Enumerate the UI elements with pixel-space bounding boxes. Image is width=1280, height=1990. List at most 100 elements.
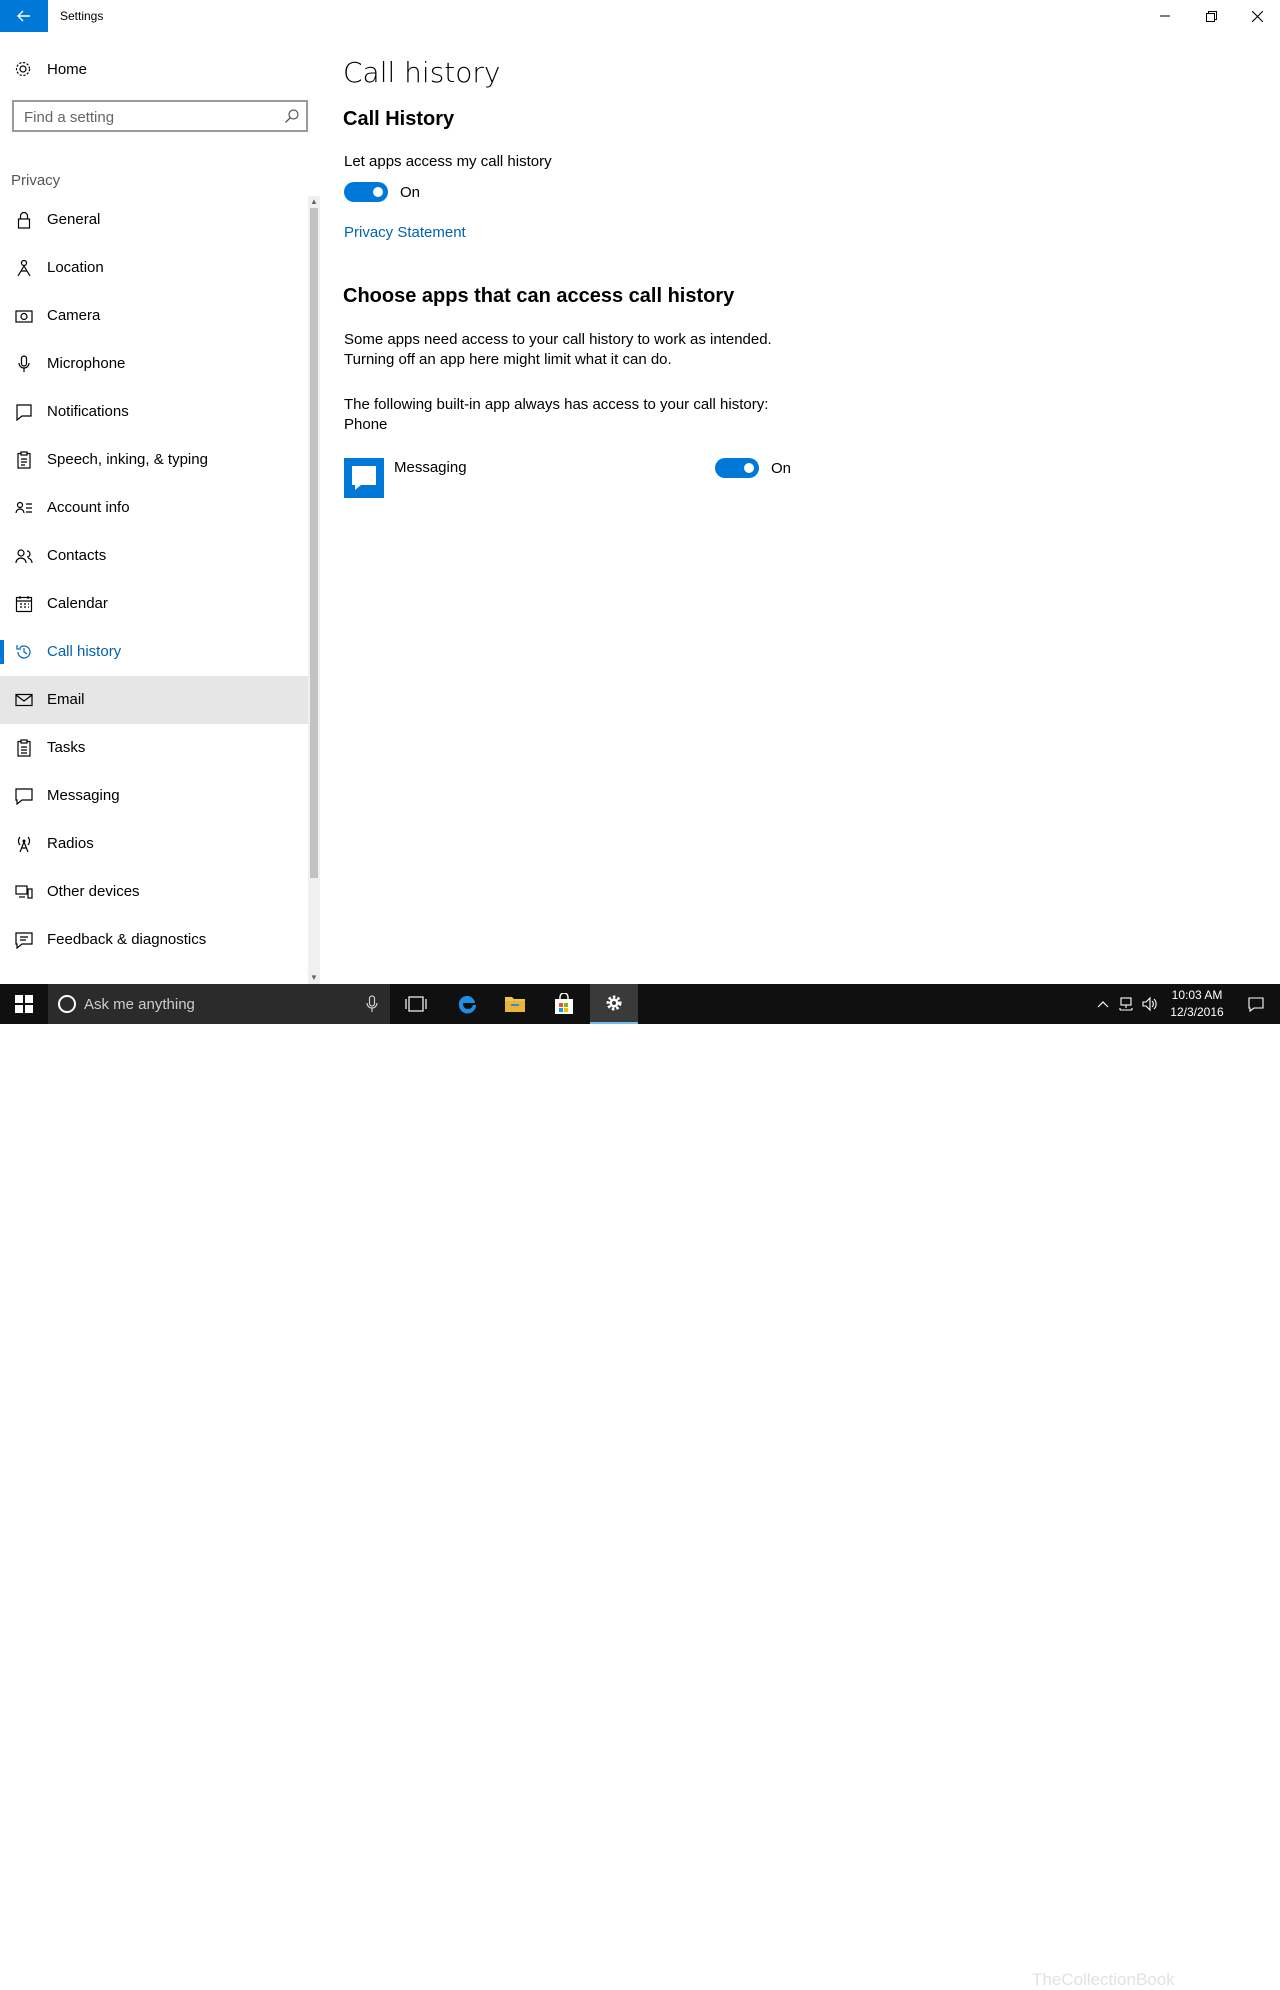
- title-bar: Settings: [0, 0, 1280, 32]
- tasks-icon: [17, 739, 31, 757]
- calendar-icon: [15, 596, 33, 613]
- windows-logo-icon: [15, 995, 33, 1013]
- back-button[interactable]: [0, 0, 48, 32]
- app-name-messaging: Messaging: [394, 459, 467, 476]
- access-label: Let apps access my call history: [344, 153, 552, 170]
- restore-button[interactable]: [1188, 0, 1234, 32]
- privacy-nav-list: General Location Camera Microphone Notif…: [0, 196, 308, 964]
- action-center-button[interactable]: [1232, 984, 1280, 1024]
- sidebar-item-notifications[interactable]: Notifications: [0, 388, 308, 436]
- call-history-access-toggle[interactable]: [344, 182, 388, 202]
- search-input[interactable]: [24, 107, 274, 127]
- sidebar-item-microphone[interactable]: Microphone: [0, 340, 308, 388]
- search-box[interactable]: [12, 100, 308, 132]
- clock-button[interactable]: 10:03 AM 12/3/2016: [1162, 984, 1232, 1024]
- mail-icon: [15, 693, 33, 707]
- home-link[interactable]: Home: [0, 50, 308, 90]
- minimize-button[interactable]: [1142, 0, 1188, 32]
- file-explorer-button[interactable]: [491, 984, 539, 1024]
- microphone-icon: [18, 355, 30, 372]
- speaker-icon: [1142, 996, 1157, 1012]
- camera-icon: [15, 310, 33, 323]
- folder-icon: [505, 997, 525, 1012]
- messaging-access-toggle[interactable]: [715, 458, 759, 478]
- sidebar-item-call-history[interactable]: Call history: [0, 628, 308, 676]
- sidebar-item-camera[interactable]: Camera: [0, 292, 308, 340]
- settings-taskbar-button[interactable]: [590, 984, 638, 1024]
- access-toggle-state: On: [400, 184, 421, 201]
- sidebar-item-tasks[interactable]: Tasks: [0, 724, 308, 772]
- sidebar-item-account-info[interactable]: Account info: [0, 484, 308, 532]
- account-info-icon: [15, 501, 32, 514]
- sidebar-item-label: Calendar: [47, 595, 108, 612]
- sidebar-item-other-devices[interactable]: Other devices: [0, 868, 308, 916]
- sidebar-item-label: Other devices: [47, 883, 140, 900]
- chevron-up-icon: [1097, 1001, 1109, 1008]
- action-center-icon: [1248, 997, 1264, 1012]
- sidebar-item-label: General: [47, 211, 101, 228]
- scroll-down-arrow-icon[interactable]: ▼: [308, 972, 320, 984]
- messaging-app-tile: [344, 458, 384, 498]
- gear-icon: [15, 61, 31, 77]
- sidebar-item-radios[interactable]: Radios: [0, 820, 308, 868]
- sidebar-item-label: Notifications: [47, 403, 129, 420]
- page-title: Call history: [343, 56, 501, 89]
- microphone-icon[interactable]: [366, 995, 378, 1013]
- store-button[interactable]: [540, 984, 588, 1024]
- start-button[interactable]: [0, 984, 48, 1024]
- search-icon[interactable]: [284, 108, 300, 124]
- description-line-1: Some apps need access to your call histo…: [344, 331, 772, 348]
- sidebar-item-feedback[interactable]: Feedback & diagnostics: [0, 916, 308, 964]
- location-person-icon: [17, 259, 31, 277]
- taskbar: Ask me anything TheCollectionBook 10:03 …: [0, 984, 1280, 1989]
- home-label: Home: [47, 61, 88, 78]
- edge-browser-button[interactable]: [443, 984, 491, 1024]
- description-line-2: Turning off an app here might limit what…: [344, 351, 672, 368]
- sidebar-item-label: Radios: [47, 835, 94, 852]
- builtin-line-1: The following built-in app always has ac…: [344, 396, 769, 413]
- sidebar-scrollbar[interactable]: ▲ ▼: [308, 196, 320, 984]
- scroll-up-arrow-icon[interactable]: ▲: [308, 196, 320, 208]
- antenna-icon: [17, 836, 31, 853]
- sidebar-item-label: Feedback & diagnostics: [47, 931, 207, 948]
- clipboard-icon: [17, 451, 31, 469]
- section-title-choose-apps: Choose apps that can access call history: [343, 285, 735, 307]
- sidebar-item-label: Tasks: [47, 739, 86, 756]
- gear-icon: [606, 995, 622, 1011]
- toggle-knob: [744, 463, 754, 473]
- main-content: Call history Call History Let apps acces…: [320, 32, 1280, 984]
- messaging-toggle-state: On: [771, 460, 792, 477]
- feedback-icon: [15, 932, 33, 949]
- sidebar-item-label: Contacts: [47, 547, 107, 564]
- clock-date: 12/3/2016: [1170, 1005, 1224, 1019]
- close-button[interactable]: [1234, 0, 1280, 32]
- watermark-text: TheCollectionBook: [1032, 1970, 1175, 1989]
- edge-browser-icon: [458, 995, 476, 1014]
- show-hidden-icons-button[interactable]: [1092, 984, 1114, 1024]
- devices-icon: [15, 885, 33, 899]
- sidebar-item-calendar[interactable]: Calendar: [0, 580, 308, 628]
- sidebar-item-messaging[interactable]: Messaging: [0, 772, 308, 820]
- sidebar-item-location[interactable]: Location: [0, 244, 308, 292]
- sidebar-item-speech[interactable]: Speech, inking, & typing: [0, 436, 308, 484]
- cortana-icon: [58, 995, 76, 1013]
- task-view-button[interactable]: [392, 984, 440, 1024]
- sidebar-item-email[interactable]: Email: [0, 676, 308, 724]
- notification-icon: [16, 404, 32, 421]
- messaging-app-icon: [352, 466, 376, 490]
- sidebar-item-general[interactable]: General: [0, 196, 308, 244]
- section-label-privacy: Privacy: [11, 172, 61, 189]
- privacy-statement-link[interactable]: Privacy Statement: [344, 224, 466, 241]
- builtin-line-2: Phone: [344, 416, 388, 433]
- history-icon: [16, 645, 31, 659]
- volume-button[interactable]: [1138, 984, 1162, 1024]
- message-icon: [15, 788, 33, 805]
- cortana-search-box[interactable]: Ask me anything: [48, 984, 390, 1024]
- section-title-call-history: Call History: [343, 108, 455, 130]
- sidebar-item-label: Speech, inking, & typing: [47, 451, 208, 468]
- scroll-thumb[interactable]: [310, 208, 318, 878]
- window-title: Settings: [60, 9, 104, 23]
- cortana-placeholder: Ask me anything: [84, 996, 195, 1013]
- network-button[interactable]: [1114, 984, 1138, 1024]
- sidebar-item-contacts[interactable]: Contacts: [0, 532, 308, 580]
